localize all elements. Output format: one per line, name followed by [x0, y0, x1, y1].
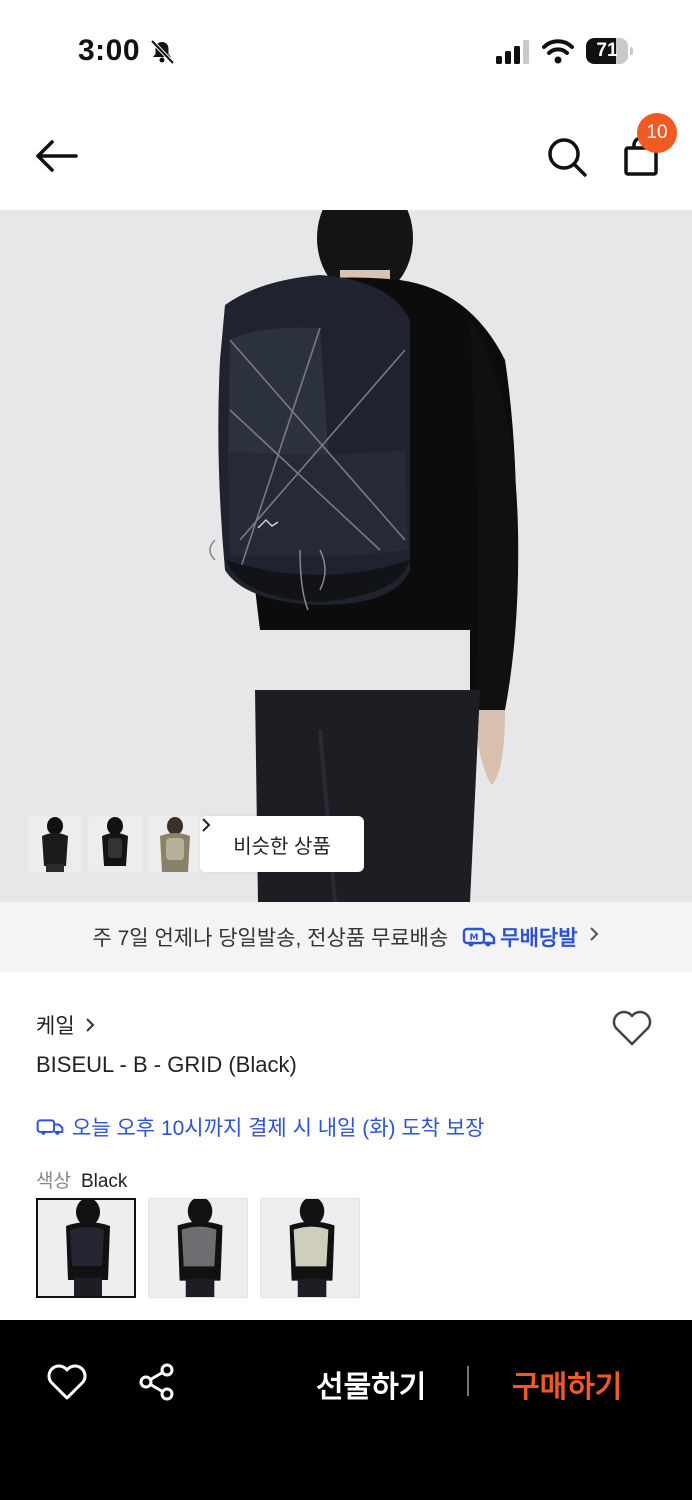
chevron-right-icon — [588, 925, 600, 949]
product-title: BISEUL - B - GRID (Black) — [36, 1052, 297, 1077]
gallery-thumbnail[interactable] — [88, 816, 142, 872]
gift-button[interactable]: 선물하기 — [316, 1362, 426, 1406]
delivery-guarantee-text: 오늘 오후 10시까지 결제 시 내일 (화) 도착 보장 — [72, 1117, 485, 1140]
shipping-brand: M 무배당발 — [462, 922, 578, 952]
wifi-icon — [542, 39, 574, 64]
like-heart-icon[interactable] — [46, 1362, 88, 1402]
selected-color: Black — [80, 1171, 128, 1192]
buy-button[interactable]: 구매하기 — [512, 1362, 622, 1406]
brand-link[interactable]: 케일 — [36, 1010, 95, 1040]
cellular-signal-icon — [496, 40, 529, 64]
status-time: 3:00 — [78, 34, 141, 67]
gallery-thumbnail[interactable] — [28, 816, 82, 872]
delivery-truck-icon: M — [463, 927, 496, 947]
divider — [467, 1366, 469, 1396]
color-label: 색상 Black — [36, 1166, 127, 1193]
svg-text:M: M — [470, 933, 479, 943]
status-bar: 3:00 71 — [0, 0, 692, 100]
gallery-thumbnail[interactable] — [148, 816, 202, 872]
delivery-guarantee: 오늘 오후 10시까지 결제 시 내일 (화) 도착 보장 — [36, 1112, 484, 1142]
search-icon[interactable] — [546, 136, 588, 178]
bottom-action-bar: 선물하기 구매하기 — [0, 1320, 692, 1500]
chevron-right-icon — [85, 1018, 95, 1032]
shipping-banner-text: 주 7일 언제나 당일발송, 전상품 무료배송 — [92, 927, 449, 950]
top-navigation — [0, 100, 692, 210]
similar-products-button[interactable]: 비슷한 상품 — [200, 816, 364, 872]
back-arrow-icon[interactable] — [34, 138, 78, 174]
gallery-thumbnails — [28, 816, 202, 872]
color-option[interactable] — [148, 1198, 248, 1298]
battery-indicator: 71 — [586, 38, 634, 64]
color-option[interactable] — [36, 1198, 136, 1298]
shipping-brand-label: 무배당발 — [500, 927, 578, 950]
color-label-text: 색상 — [36, 1171, 71, 1192]
brand-name: 케일 — [36, 1015, 75, 1038]
shipping-banner[interactable]: 주 7일 언제나 당일발송, 전상품 무료배송 M 무배당발 — [0, 902, 692, 972]
bell-muted-icon — [150, 39, 175, 65]
color-options — [36, 1198, 360, 1298]
battery-level: 71 — [596, 40, 618, 61]
share-icon[interactable] — [138, 1362, 176, 1402]
product-image[interactable]: 비슷한 상품 — [0, 210, 692, 902]
similar-products-label: 비슷한 상품 — [233, 835, 331, 858]
chevron-right-icon — [202, 818, 211, 832]
wishlist-heart-icon[interactable] — [610, 1006, 654, 1050]
model-with-backpack-illustration — [209, 210, 519, 902]
color-option[interactable] — [260, 1198, 360, 1298]
cart-count-badge[interactable]: 10 — [637, 113, 677, 153]
delivery-truck-icon — [36, 1119, 64, 1135]
